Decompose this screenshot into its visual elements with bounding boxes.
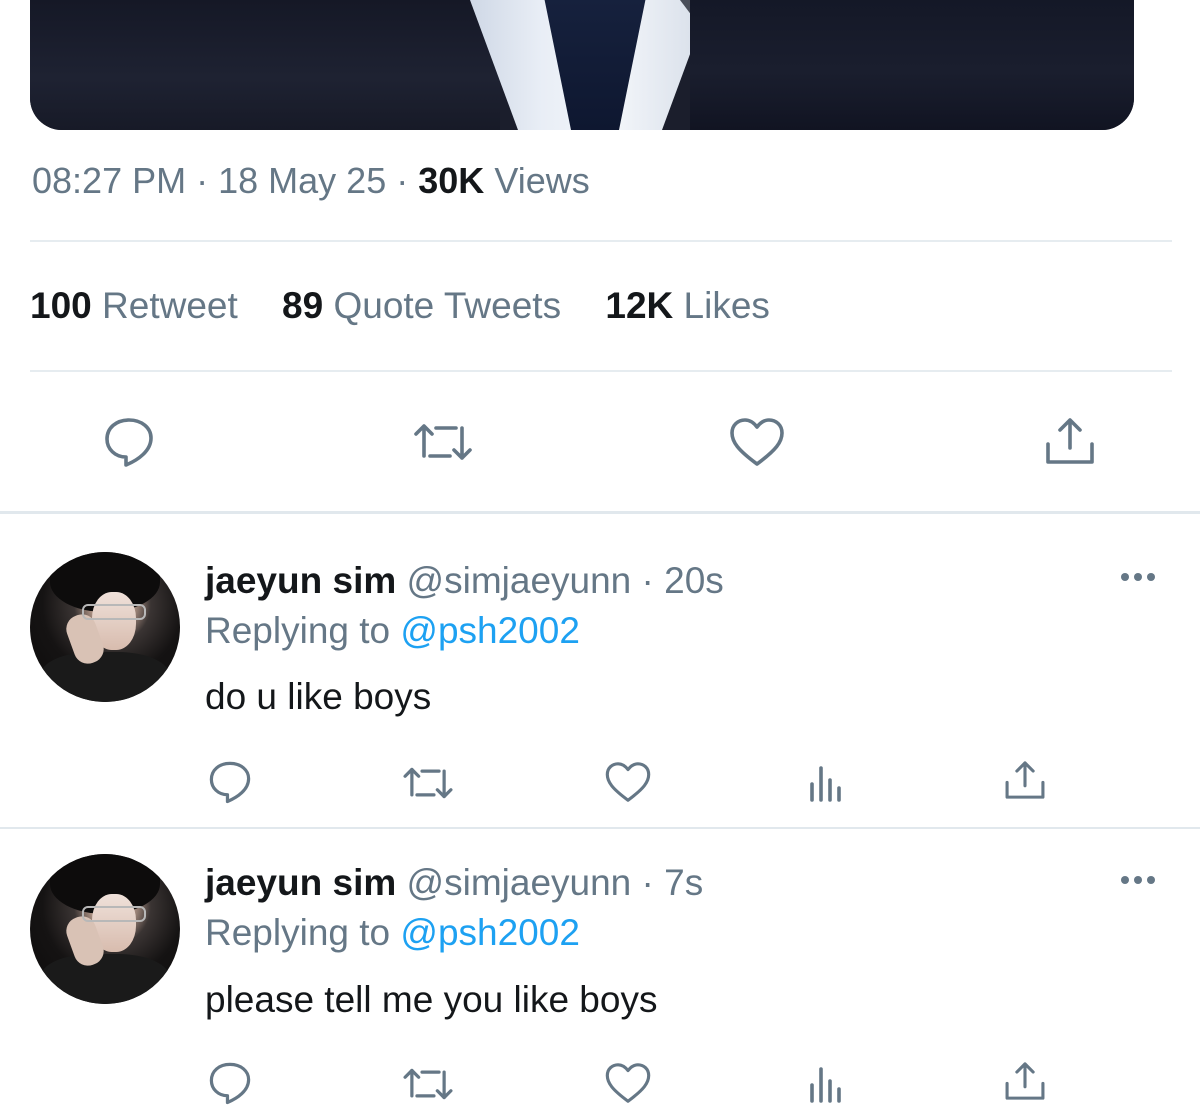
reply-text: please tell me you like boys — [205, 979, 658, 1020]
retweet-icon[interactable] — [400, 762, 456, 804]
share-icon[interactable] — [1002, 1059, 1048, 1103]
tweet-meta: 08:27 PM · 18 May 25 · 30K Views — [32, 160, 590, 201]
retweets-stat[interactable]: 100 Retweet — [30, 285, 238, 326]
replying-to-mention[interactable]: @psh2002 — [400, 912, 580, 953]
reply-time: 7s — [664, 862, 704, 903]
reply-text: do u like boys — [205, 676, 432, 717]
more-dots-icon[interactable] — [1118, 570, 1158, 589]
reply-time: 20s — [664, 560, 724, 601]
reply-author-handle[interactable]: @simjaeyunn — [407, 862, 632, 903]
tweet-media-image[interactable] — [30, 0, 1134, 130]
views-count: 30K — [418, 160, 485, 201]
likes-stat[interactable]: 12K Likes — [605, 285, 770, 326]
replying-to: Replying to @psh2002 — [205, 610, 580, 651]
more-dots-icon[interactable] — [1118, 873, 1158, 892]
heart-icon[interactable] — [604, 1061, 652, 1105]
tweet-date: 18 May 25 — [218, 160, 387, 201]
retweet-icon[interactable] — [400, 1063, 456, 1105]
replying-to-mention[interactable]: @psh2002 — [400, 610, 580, 651]
share-icon[interactable] — [1042, 414, 1098, 468]
reply-bubble-icon[interactable] — [102, 416, 156, 468]
analytics-icon[interactable] — [806, 762, 846, 802]
reply-header: jaeyun sim @simjaeyunn · 20s — [205, 560, 724, 601]
replying-to: Replying to @psh2002 — [205, 912, 580, 953]
reply-bubble-icon[interactable] — [207, 1061, 253, 1105]
retweet-icon[interactable] — [410, 418, 476, 466]
reply-author-name[interactable]: jaeyun sim — [205, 862, 396, 903]
avatar[interactable] — [30, 854, 180, 1004]
tweet-time: 08:27 PM — [32, 160, 187, 201]
reply-bubble-icon[interactable] — [207, 760, 253, 804]
reply-tweet[interactable]: jaeyun sim @simjaeyunn · 20s Replying to… — [0, 514, 1200, 827]
share-icon[interactable] — [1002, 758, 1048, 802]
divider — [30, 370, 1172, 372]
reply-author-handle[interactable]: @simjaeyunn — [407, 560, 632, 601]
heart-icon[interactable] — [728, 416, 786, 468]
quotes-stat[interactable]: 89 Quote Tweets — [282, 285, 561, 326]
heart-icon[interactable] — [604, 760, 652, 804]
views-label: Views — [494, 160, 590, 201]
reply-tweet[interactable]: jaeyun sim @simjaeyunn · 7s Replying to … — [0, 829, 1200, 1118]
tweet-stats: 100 Retweet 89 Quote Tweets 12K Likes — [30, 285, 770, 327]
reply-header: jaeyun sim @simjaeyunn · 7s — [205, 862, 704, 903]
reply-author-name[interactable]: jaeyun sim — [205, 560, 396, 601]
analytics-icon[interactable] — [806, 1063, 846, 1103]
avatar[interactable] — [30, 552, 180, 702]
divider — [30, 240, 1172, 242]
